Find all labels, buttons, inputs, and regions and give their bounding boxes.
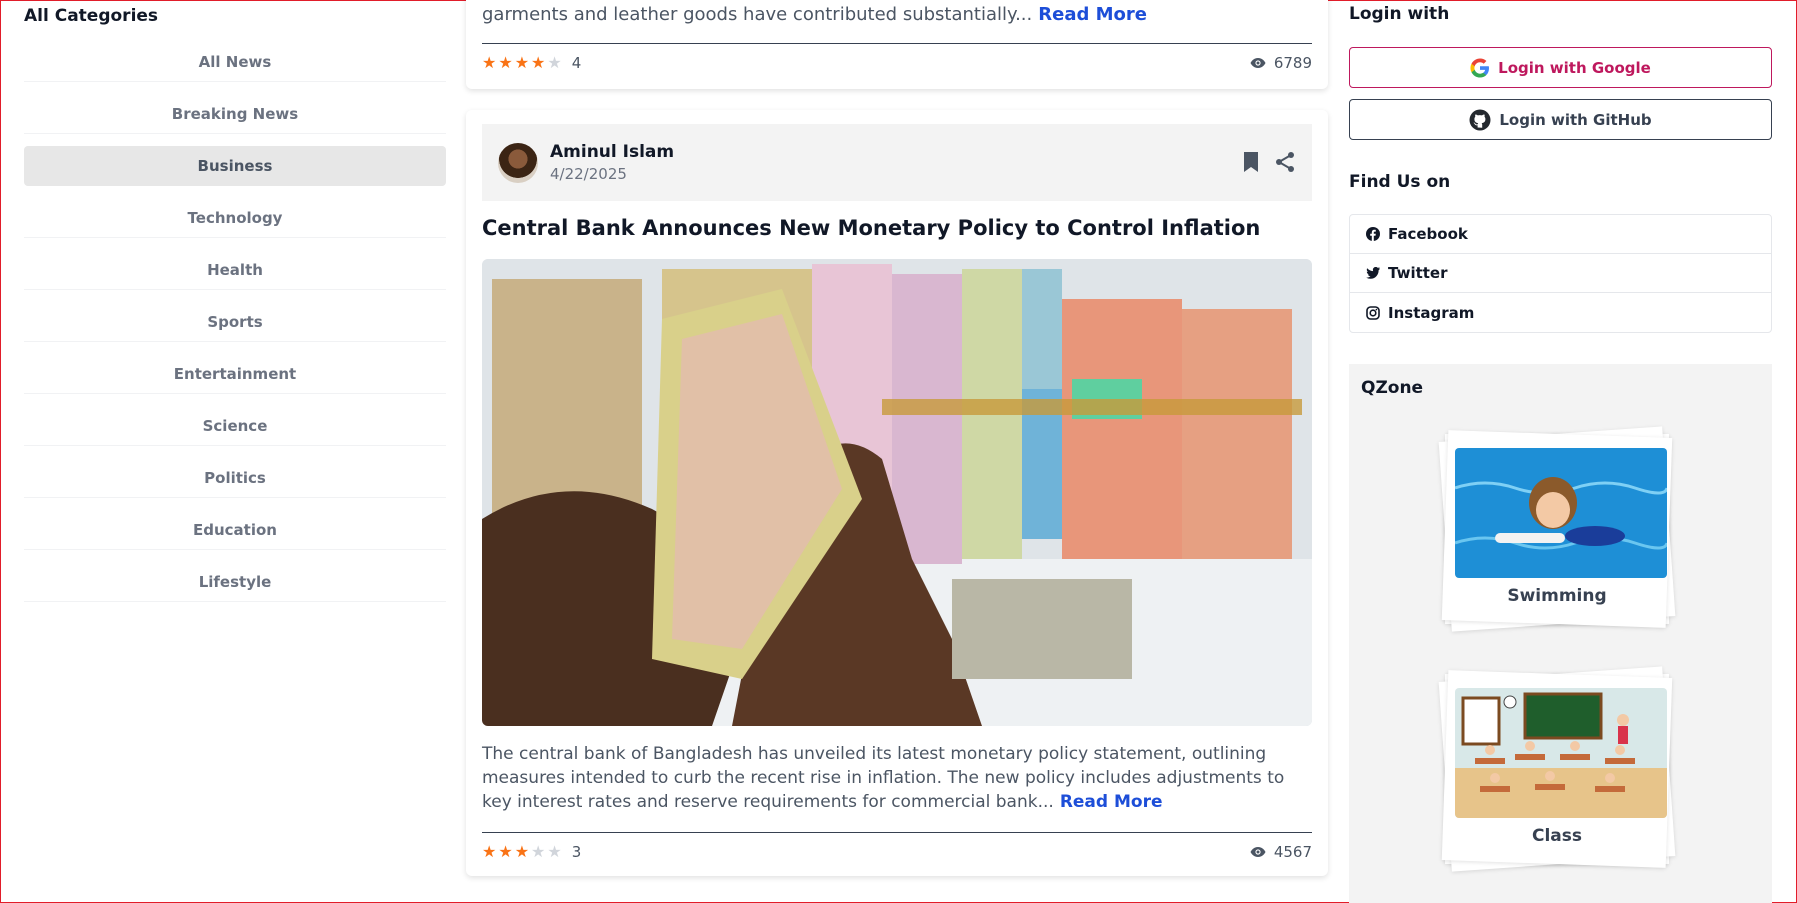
login-heading: Login with xyxy=(1349,4,1450,24)
github-button-label: Login with GitHub xyxy=(1499,110,1652,129)
share-icon[interactable] xyxy=(1274,151,1296,173)
bookmark-icon[interactable] xyxy=(1242,151,1260,173)
google-button-label: Login with Google xyxy=(1498,58,1651,77)
instagram-label: Instagram xyxy=(1388,303,1475,322)
find-us-heading: Find Us on xyxy=(1349,172,1451,192)
views-value: 4567 xyxy=(1273,843,1312,861)
category-business[interactable]: Business xyxy=(24,146,446,186)
rating-stars: ★ ★ ★ ★ ★ 3 xyxy=(482,843,581,861)
swimming-illustration xyxy=(1455,448,1667,578)
card-divider xyxy=(482,832,1312,833)
news-card-previous: garments and leather goods have contribu… xyxy=(466,0,1328,89)
star-icon: ★ xyxy=(482,53,497,72)
news-excerpt: The central bank of Bangladesh has unvei… xyxy=(482,742,1312,814)
category-science[interactable]: Science xyxy=(24,406,446,446)
facebook-icon xyxy=(1366,227,1380,241)
twitter-icon xyxy=(1366,267,1380,279)
news-card: Aminul Islam 4/22/2025 Central Bank Anno… xyxy=(466,110,1328,876)
star-icon: ★ xyxy=(514,842,530,861)
star-empty-icon: ★ xyxy=(547,53,562,72)
view-count: 4567 xyxy=(1250,843,1312,861)
excerpt-text: garments and leather goods have contribu… xyxy=(482,4,1033,25)
card-meta: ★ ★ ★ ★ ★ 3 4567 xyxy=(482,843,1312,861)
eye-icon xyxy=(1250,847,1266,857)
star-empty-icon: ★ xyxy=(547,842,562,861)
card-meta: ★ ★ ★ ★ ★ 4 6789 xyxy=(482,54,1312,72)
category-sports[interactable]: Sports xyxy=(24,302,446,342)
views-value: 6789 xyxy=(1273,54,1312,72)
news-image xyxy=(482,259,1312,726)
category-list: All News Breaking News Business Technolo… xyxy=(24,42,446,602)
twitter-label: Twitter xyxy=(1388,264,1448,282)
google-icon xyxy=(1470,58,1490,77)
category-politics[interactable]: Politics xyxy=(24,458,446,498)
excerpt-text: The central bank of Bangladesh has unvei… xyxy=(482,744,1285,812)
qzone-panel: QZone Swimming Class xyxy=(1349,364,1772,903)
qzone-card-class[interactable]: Class xyxy=(1438,666,1676,872)
news-title[interactable]: Central Bank Announces New Monetary Poli… xyxy=(482,216,1260,240)
rating-stars: ★ ★ ★ ★ ★ 4 xyxy=(482,54,581,72)
swimming-caption: Swimming xyxy=(1507,586,1607,606)
star-icon: ★ xyxy=(482,842,497,861)
class-caption: Class xyxy=(1531,826,1582,846)
category-all-news[interactable]: All News xyxy=(24,42,446,82)
categories-sidebar: All Categories All News Breaking News Bu… xyxy=(24,0,446,614)
swimming-photo xyxy=(1455,448,1667,578)
category-health[interactable]: Health xyxy=(24,250,446,290)
qzone-heading: QZone xyxy=(1361,378,1424,398)
rating-value: 3 xyxy=(571,843,582,861)
card-divider xyxy=(482,43,1312,44)
categories-heading: All Categories xyxy=(24,6,159,26)
social-instagram-link[interactable]: Instagram xyxy=(1350,293,1771,332)
read-more-link[interactable]: Read More xyxy=(1060,792,1163,812)
star-icon: ★ xyxy=(531,53,546,72)
rating-value: 4 xyxy=(571,54,582,72)
login-google-button[interactable]: Login with Google xyxy=(1349,47,1772,88)
social-facebook-link[interactable]: Facebook xyxy=(1350,215,1771,254)
category-technology[interactable]: Technology xyxy=(24,198,446,238)
classroom-illustration xyxy=(1455,688,1667,818)
qzone-card-swimming[interactable]: Swimming xyxy=(1438,426,1676,632)
star-icon: ★ xyxy=(498,53,513,72)
eye-icon xyxy=(1250,58,1266,68)
star-empty-icon: ★ xyxy=(531,842,546,861)
category-education[interactable]: Education xyxy=(24,510,446,550)
category-breaking-news[interactable]: Breaking News xyxy=(24,94,446,134)
author-info: Aminul Islam 4/22/2025 xyxy=(550,142,674,183)
card-actions xyxy=(1242,151,1296,173)
money-photo xyxy=(482,259,1312,726)
read-more-link[interactable]: Read More xyxy=(1038,4,1147,25)
github-icon xyxy=(1469,109,1491,130)
news-excerpt: garments and leather goods have contribu… xyxy=(482,4,1147,25)
category-lifestyle[interactable]: Lifestyle xyxy=(24,562,446,602)
avatar xyxy=(498,142,538,183)
social-links: Facebook Twitter Instagram xyxy=(1349,214,1772,333)
author-bar: Aminul Islam 4/22/2025 xyxy=(482,124,1312,201)
category-entertainment[interactable]: Entertainment xyxy=(24,354,446,394)
star-icon: ★ xyxy=(498,842,513,861)
social-twitter-link[interactable]: Twitter xyxy=(1350,254,1771,293)
author-name: Aminul Islam xyxy=(550,142,675,162)
publish-date: 4/22/2025 xyxy=(550,165,627,183)
login-github-button[interactable]: Login with GitHub xyxy=(1349,99,1772,140)
class-photo xyxy=(1455,688,1667,818)
facebook-label: Facebook xyxy=(1388,225,1468,243)
instagram-icon xyxy=(1366,305,1380,320)
view-count: 6789 xyxy=(1250,54,1312,72)
star-icon: ★ xyxy=(514,53,530,72)
